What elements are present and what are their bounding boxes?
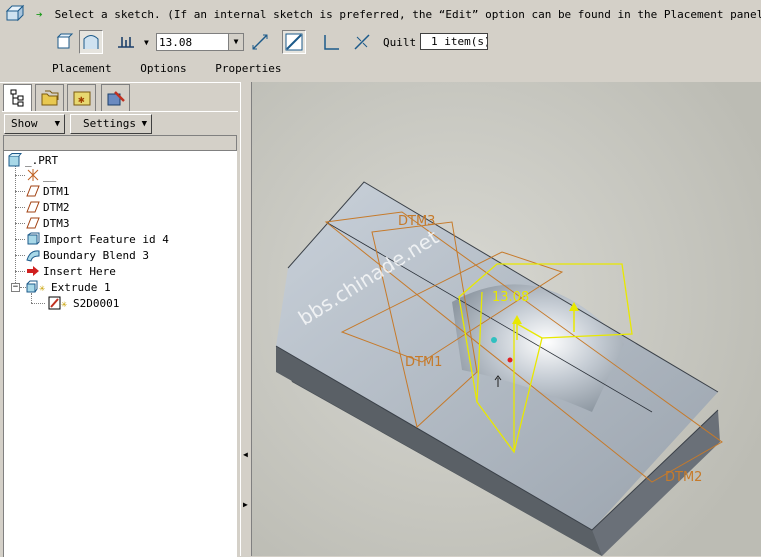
depth-value-input[interactable] <box>157 34 227 50</box>
svg-text:✳: ✳ <box>39 283 45 294</box>
thicken-button[interactable] <box>320 30 344 54</box>
show-menu-label: Show <box>11 117 38 130</box>
tree-item-label: DTM2 <box>43 201 70 214</box>
depth-value-combo[interactable]: ▼ <box>156 33 244 51</box>
tree-column-header <box>3 135 237 151</box>
tree-item-label: Insert Here <box>43 265 116 278</box>
datum-plane-icon <box>26 216 40 230</box>
graphics-window[interactable]: DTM3 DTM1 DTM2 13.08 bbs.chinade.net <box>252 82 761 556</box>
tree-root[interactable]: _.PRT <box>8 153 58 169</box>
tree-item-label: Boundary Blend 3 <box>43 249 149 262</box>
tab-options[interactable]: Options <box>140 62 186 75</box>
expand-right-icon[interactable]: ▶ <box>243 500 248 509</box>
depth-option-button[interactable] <box>114 30 144 54</box>
svg-text:✳: ✳ <box>61 299 67 310</box>
tree-item-boundary-blend[interactable]: Boundary Blend 3 <box>26 248 149 264</box>
surface-button[interactable] <box>79 30 103 54</box>
tab-folder-browser[interactable] <box>35 84 64 111</box>
model-tree-icon <box>10 89 24 107</box>
solid-button[interactable] <box>52 30 76 54</box>
folder-icon <box>41 90 59 106</box>
tree-item-insert-here[interactable]: Insert Here <box>26 264 116 280</box>
tab-placement[interactable]: Placement <box>52 62 112 75</box>
svg-text:✱: ✱ <box>78 93 85 106</box>
collapse-left-icon[interactable]: ◀ <box>243 450 248 459</box>
panel-splitter[interactable]: ◀ ▶ <box>240 82 252 556</box>
flip-side-button[interactable] <box>350 30 374 54</box>
quilt-label: Quilt <box>383 36 417 49</box>
remove-material-button[interactable] <box>282 30 306 54</box>
tree-toolbar: Show ▼ Settings ▼ <box>2 111 238 135</box>
insert-arrow-icon <box>26 264 40 278</box>
datum-plane-icon <box>26 200 40 214</box>
slideup-panels: Placement Options Properties <box>52 62 303 75</box>
navigator-panel: ✱ Show ▼ Settings ▼ _.PRT __ DTM1 DTM2 D… <box>0 82 241 557</box>
extrude-tool-icon <box>4 3 26 23</box>
sketch-icon: ✳ <box>48 296 70 310</box>
tab-connections[interactable] <box>101 84 130 111</box>
csys-icon <box>26 168 40 182</box>
tree-item-csys[interactable]: __ <box>26 168 56 184</box>
flip-direction-button[interactable] <box>248 30 272 54</box>
import-feature-icon <box>26 232 40 246</box>
tree-item-label: DTM1 <box>43 185 70 198</box>
prompt-text: Select a sketch. (If an internal sketch … <box>54 8 761 21</box>
extrude-dashboard: ➔ Select a sketch. (If an internal sketc… <box>0 0 761 82</box>
tree-item-dtm1[interactable]: DTM1 <box>26 184 70 200</box>
tree-item-dtm3[interactable]: DTM3 <box>26 216 70 232</box>
tree-item-label: DTM3 <box>43 217 70 230</box>
prompt-message: ➔ Select a sketch. (If an internal sketc… <box>36 8 761 21</box>
tree-item-import-feature[interactable]: Import Feature id 4 <box>26 232 169 248</box>
model-tree: _.PRT __ DTM1 DTM2 DTM3 Import Feature i… <box>3 151 237 557</box>
boundary-blend-icon <box>26 248 40 262</box>
depth-dimension[interactable]: 13.08 <box>492 290 529 305</box>
datum-label-dtm1: DTM1 <box>405 355 442 370</box>
tree-item-label: Import Feature id 4 <box>43 233 169 246</box>
tree-item-extrude[interactable]: ✳ Extrude 1 <box>26 280 111 296</box>
show-chevron-down-icon: ▼ <box>54 119 60 129</box>
tab-properties[interactable]: Properties <box>215 62 281 75</box>
tree-item-label: __ <box>43 169 57 182</box>
depth-option-chevron-down-icon[interactable]: ▼ <box>144 38 149 47</box>
tree-item-label: Extrude 1 <box>51 281 111 294</box>
tree-item-sketch[interactable]: ✳ S2D0001 <box>48 296 119 312</box>
tab-favorites[interactable]: ✱ <box>67 84 96 111</box>
extrude-icon: ✳ <box>26 280 48 294</box>
show-menu-button[interactable]: Show ▼ <box>4 114 65 134</box>
prompt-arrow-icon: ➔ <box>36 8 43 21</box>
quilt-collector[interactable]: 1 item(s) <box>420 33 488 50</box>
tab-model-tree[interactable] <box>3 84 32 112</box>
tree-item-dtm2[interactable]: DTM2 <box>26 200 70 216</box>
settings-chevron-down-icon: ▼ <box>141 119 147 129</box>
model-view: DTM3 DTM1 DTM2 13.08 bbs.chinade.net <box>275 181 723 556</box>
tree-item-label: S2D0001 <box>73 297 120 310</box>
tree-expander-minus-icon[interactable]: − <box>11 283 20 292</box>
datum-plane-icon <box>26 184 40 198</box>
depth-dropdown-chevron-down-icon[interactable]: ▼ <box>228 34 243 50</box>
connections-icon <box>107 91 125 106</box>
tree-root-label: _.PRT <box>25 154 59 167</box>
datum-label-dtm2: DTM2 <box>665 470 702 485</box>
part-icon <box>8 153 23 167</box>
settings-menu-button[interactable]: Settings ▼ <box>70 114 152 134</box>
favorites-icon: ✱ <box>73 91 91 106</box>
settings-menu-label: Settings <box>83 117 136 130</box>
